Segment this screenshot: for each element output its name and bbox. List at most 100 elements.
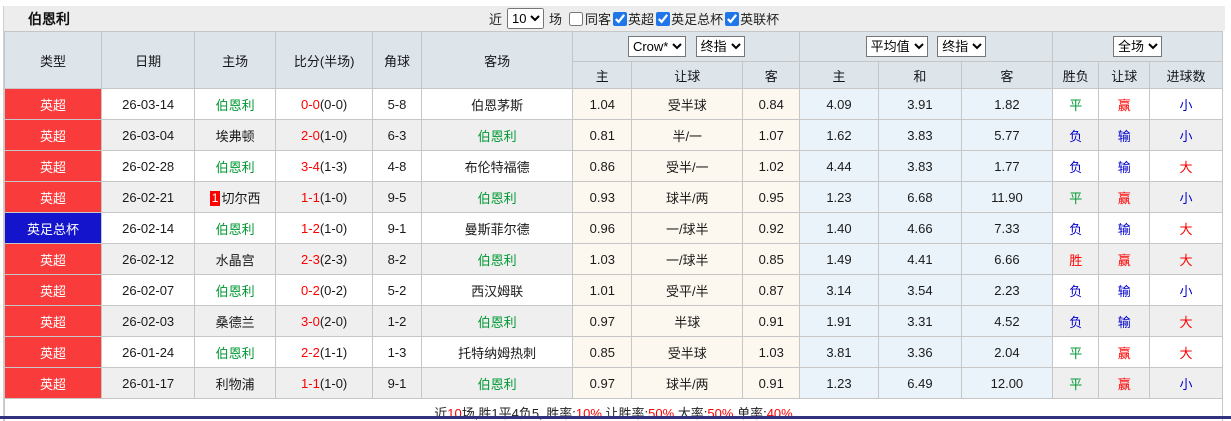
- match-date: 26-01-24: [101, 336, 196, 368]
- fulltime-score: 0-0: [301, 96, 320, 112]
- avg-draw-cell: 3.54: [877, 274, 962, 306]
- avg-draw-cell: 3.83: [877, 150, 962, 182]
- avg-away-cell: 1.82: [960, 88, 1053, 120]
- result-goals-cell: 小: [1149, 119, 1223, 151]
- subcol-odds-handicap: 让球: [631, 61, 744, 89]
- league-badge: 英超: [3, 119, 103, 151]
- filter-controls: 近 10 场 同客 英超 英足总杯 英联杯: [486, 6, 781, 31]
- odds-away-cell: 1.02: [742, 150, 801, 182]
- team-name: 布伦特福德: [464, 159, 530, 175]
- away-team-cell: 曼斯菲尔德: [420, 212, 574, 244]
- halftime-score: (1-0): [319, 189, 348, 205]
- league-checkboxes: 英超 英足总杯 英联杯: [613, 9, 781, 28]
- result-goals-cell: 小: [1149, 88, 1223, 120]
- recent-label: 近: [489, 12, 503, 27]
- same-opponent-checkbox[interactable]: [569, 11, 584, 26]
- odds-handicap-cell: 受半球: [631, 88, 744, 120]
- home-team-cell: 伯恩利: [194, 274, 277, 306]
- match-history-table: 类型 日期 主场 比分(半场) 角球 客场 Crow* 终指 平均值 终指 全场…: [3, 31, 1224, 421]
- league-badge: 英超: [3, 150, 103, 182]
- home-team-cell: 埃弗顿: [194, 119, 277, 151]
- league-filter-英超[interactable]: 英超: [613, 9, 654, 28]
- subcol-handicap-result: 让球: [1098, 61, 1151, 89]
- col-header-away: 客场: [420, 31, 574, 89]
- team-name: 伯恩茅斯: [471, 97, 524, 113]
- match-date: 26-02-21: [101, 181, 196, 213]
- league-badge: 英超: [3, 243, 103, 275]
- odds-handicap-cell: 一/球半: [631, 243, 744, 275]
- team-name: 伯恩利: [477, 252, 517, 268]
- result-goals-cell: 大: [1149, 150, 1223, 182]
- result-handicap-cell: 输: [1098, 119, 1151, 151]
- odds-group-header: Crow* 终指: [572, 31, 801, 62]
- league-filter-英足总杯[interactable]: 英足总杯: [656, 9, 723, 28]
- result-handicap-cell: 输: [1098, 150, 1151, 182]
- avg-away-cell: 11.90: [960, 181, 1053, 213]
- halftime-score: (2-3): [319, 251, 348, 267]
- odds-home-cell: 0.81: [572, 119, 633, 151]
- result-handicap-cell: 赢: [1098, 367, 1151, 399]
- team-name: 伯恩利: [215, 345, 255, 361]
- odds-stage-select[interactable]: 终指: [695, 36, 745, 57]
- league-checkbox[interactable]: [656, 11, 671, 26]
- avg-draw-cell: 4.41: [877, 243, 962, 275]
- col-header-date: 日期: [101, 31, 196, 89]
- subcol-avg-away: 客: [960, 61, 1053, 89]
- result-wdl-cell: 平: [1051, 88, 1100, 120]
- league-badge: 英超: [3, 274, 103, 306]
- corner-cell: 9-1: [372, 212, 422, 244]
- home-team-cell: 水晶宫: [194, 243, 277, 275]
- match-date: 26-02-12: [101, 243, 196, 275]
- team-name: 伯恩利: [477, 190, 517, 206]
- avg-away-cell: 5.77: [960, 119, 1053, 151]
- result-handicap-cell: 输: [1098, 212, 1151, 244]
- halftime-score: (0-0): [319, 96, 348, 112]
- avg-stage-select[interactable]: 终指: [937, 36, 987, 57]
- odds-provider-select[interactable]: Crow*: [627, 36, 686, 57]
- avg-draw-cell: 3.83: [877, 119, 962, 151]
- odds-home-cell: 0.85: [572, 336, 633, 368]
- avg-away-cell: 2.04: [960, 336, 1053, 368]
- league-filter-英联杯[interactable]: 英联杯: [725, 9, 779, 28]
- same-opponent-label: 同客: [585, 12, 612, 27]
- odds-handicap-cell: 半/一: [631, 119, 744, 151]
- corner-cell: 8-2: [372, 243, 422, 275]
- avg-select[interactable]: 平均值: [865, 36, 928, 57]
- corner-cell: 6-3: [372, 119, 422, 151]
- league-badge: 英超: [3, 336, 103, 368]
- result-handicap-cell: 赢: [1098, 88, 1151, 120]
- match-date: 26-02-14: [101, 212, 196, 244]
- odds-away-cell: 0.91: [742, 367, 801, 399]
- avg-draw-cell: 4.66: [877, 212, 962, 244]
- team-name: 伯恩利: [477, 128, 517, 144]
- halftime-score: (1-0): [319, 375, 348, 391]
- page-title: 伯恩利: [28, 10, 70, 27]
- result-handicap-cell: 赢: [1098, 181, 1151, 213]
- odds-handicap-cell: 受平/半: [631, 274, 744, 306]
- odds-away-cell: 0.92: [742, 212, 801, 244]
- home-team-cell: 利物浦: [194, 367, 277, 399]
- result-handicap-cell: 输: [1098, 274, 1151, 306]
- fulltime-score: 1-2: [301, 220, 320, 236]
- fulltime-score: 1-1: [301, 375, 320, 391]
- odds-home-cell: 0.97: [572, 305, 633, 337]
- team-name: 利物浦: [215, 376, 255, 392]
- table-row: 英超 26-02-28 伯恩利 3-4(1-3) 4-8 布伦特福德 0.86 受半/一 1.0…: [3, 150, 1223, 182]
- league-checkbox[interactable]: [725, 11, 740, 26]
- halftime-score: (0-2): [319, 282, 348, 298]
- home-team-cell: 伯恩利: [194, 212, 277, 244]
- odds-handicap-cell: 半球: [631, 305, 744, 337]
- match-date: 26-03-14: [101, 88, 196, 120]
- avg-away-cell: 12.00: [960, 367, 1053, 399]
- home-team-cell: 伯恩利: [194, 88, 277, 120]
- recent-count-select[interactable]: 10: [507, 8, 545, 29]
- league-checkbox[interactable]: [613, 11, 628, 26]
- league-badge: 英超: [3, 305, 103, 337]
- odds-home-cell: 1.04: [572, 88, 633, 120]
- corner-cell: 5-8: [372, 88, 422, 120]
- match-date: 26-02-28: [101, 150, 196, 182]
- matches-label: 场: [549, 12, 563, 27]
- same-opponent-toggle[interactable]: 同客: [565, 9, 611, 28]
- avg-away-cell: 7.33: [960, 212, 1053, 244]
- result-scope-select[interactable]: 全场: [1112, 36, 1162, 57]
